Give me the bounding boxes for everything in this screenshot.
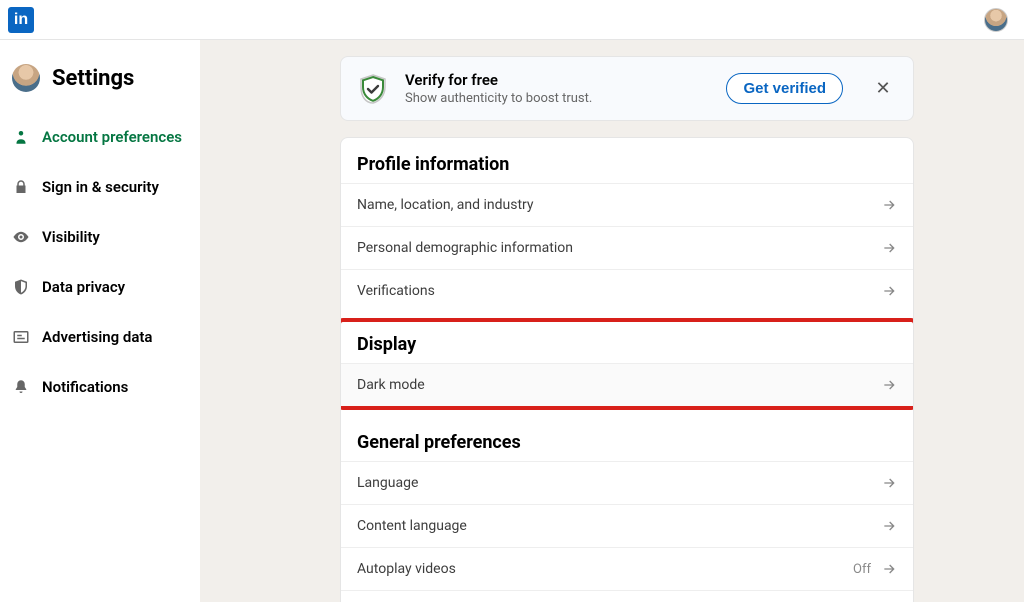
lock-icon	[12, 178, 30, 196]
row-label: Name, location, and industry	[357, 197, 534, 213]
row-verifications[interactable]: Verifications	[341, 269, 913, 312]
row-label: Verifications	[357, 283, 435, 299]
topbar: in	[0, 0, 1024, 40]
chevron-right-icon	[881, 240, 897, 256]
profile-avatar[interactable]	[984, 8, 1008, 32]
section-heading-display: Display	[341, 322, 913, 363]
row-language[interactable]: Language	[341, 461, 913, 504]
chevron-right-icon	[881, 197, 897, 213]
chevron-right-icon	[881, 377, 897, 393]
sidebar-item-label: Data privacy	[42, 278, 125, 296]
sidebar-item-data-privacy[interactable]: Data privacy	[0, 262, 200, 312]
main-content: Verify for free Show authenticity to boo…	[200, 40, 1024, 602]
sidebar-header: Settings	[0, 64, 200, 112]
chevron-right-icon	[881, 283, 897, 299]
verify-banner: Verify for free Show authenticity to boo…	[340, 56, 914, 121]
sidebar-item-advertising-data[interactable]: Advertising data	[0, 312, 200, 362]
sidebar-item-label: Visibility	[42, 228, 100, 246]
row-label: Language	[357, 475, 418, 491]
sidebar-item-label: Notifications	[42, 378, 128, 396]
chevron-right-icon	[881, 518, 897, 534]
close-icon[interactable]: ✕	[869, 75, 897, 103]
sidebar-item-visibility[interactable]: Visibility	[0, 212, 200, 262]
section-heading-profile: Profile information	[341, 138, 913, 183]
chevron-right-icon	[881, 561, 897, 577]
sidebar-item-label: Sign in & security	[42, 178, 159, 196]
sidebar-avatar[interactable]	[12, 64, 40, 92]
banner-title: Verify for free	[405, 71, 710, 89]
page-title: Settings	[52, 66, 134, 91]
row-demographic-info[interactable]: Personal demographic information	[341, 226, 913, 269]
linkedin-logo[interactable]: in	[8, 7, 34, 33]
eye-icon	[12, 228, 30, 246]
banner-subtitle: Show authenticity to boost trust.	[405, 91, 710, 106]
shield-check-icon	[357, 73, 389, 105]
row-autoplay-videos[interactable]: Autoplay videos Off	[341, 547, 913, 590]
get-verified-button[interactable]: Get verified	[726, 73, 843, 104]
settings-card: Profile information Name, location, and …	[340, 137, 914, 602]
newspaper-icon	[12, 328, 30, 346]
section-heading-general: General preferences	[341, 416, 913, 461]
sidebar-item-account-preferences[interactable]: Account preferences	[0, 112, 200, 162]
chevron-right-icon	[881, 475, 897, 491]
bell-icon	[12, 378, 30, 396]
shield-half-icon	[12, 278, 30, 296]
highlight-display-section: Display Dark mode	[340, 318, 914, 410]
row-value: Off	[853, 562, 871, 577]
row-dark-mode[interactable]: Dark mode	[341, 363, 913, 406]
person-icon	[12, 128, 30, 146]
row-content-language[interactable]: Content language	[341, 504, 913, 547]
row-label: Dark mode	[357, 377, 425, 393]
sidebar-item-label: Advertising data	[42, 328, 153, 346]
sidebar-item-notifications[interactable]: Notifications	[0, 362, 200, 412]
row-name-location-industry[interactable]: Name, location, and industry	[341, 183, 913, 226]
sidebar-item-label: Account preferences	[42, 128, 182, 146]
row-sound-effects[interactable]: Sound effects On	[341, 590, 913, 602]
row-label: Personal demographic information	[357, 240, 573, 256]
row-label: Autoplay videos	[357, 561, 456, 577]
sidebar-item-signin-security[interactable]: Sign in & security	[0, 162, 200, 212]
row-label: Content language	[357, 518, 467, 534]
sidebar: Settings Account preferences Sign in & s…	[0, 40, 200, 602]
